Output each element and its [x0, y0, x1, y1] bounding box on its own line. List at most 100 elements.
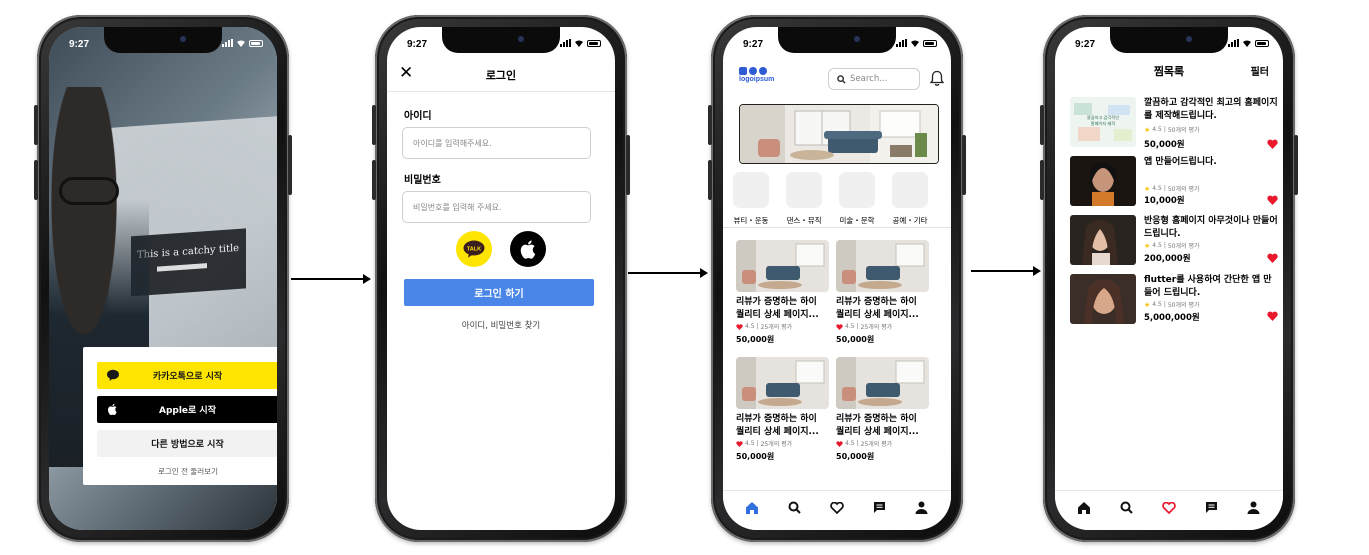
kakao-start-label: 카카오톡으로 시작	[152, 372, 223, 382]
chat-icon	[1205, 502, 1217, 513]
phone-splash: This is a catchy title 9:27 카카오톡으로 시작 Ap…	[34, 15, 292, 542]
heart-icon[interactable]	[1267, 195, 1278, 205]
wishlist-item[interactable]: 앱 만들어드립니다. ★ 4.5 | 50개의 평가 10,000원	[1070, 156, 1278, 208]
product-thumbnail: 깔끔하고 감각적인 홈페이지 제작	[1070, 97, 1136, 147]
search-icon	[788, 501, 801, 514]
thumbnail-line2: 홈페이지 제작	[1091, 120, 1116, 127]
tab-chat[interactable]	[1200, 497, 1222, 519]
page-title: 찜목록	[1153, 65, 1185, 78]
battery-icon	[249, 40, 263, 47]
id-label: 아이디	[404, 111, 432, 122]
product-image	[836, 357, 929, 409]
id-field[interactable]: 아이디를 입력해주세요.	[402, 127, 591, 159]
search-input[interactable]: Search...	[828, 68, 920, 90]
find-account-link[interactable]: 아이디, 비밀번호 찾기	[387, 319, 615, 331]
apple-start-button[interactable]: Apple로 시작	[97, 396, 277, 423]
kakao-login-button[interactable]: TALK	[456, 231, 492, 267]
status-time: 9:27	[407, 39, 428, 50]
category-craft[interactable]: 공예・기타	[892, 172, 928, 226]
apple-start-label: Apple로 시작	[158, 406, 216, 416]
status-time: 9:27	[743, 39, 764, 50]
category-beauty[interactable]: 뷰티・운동	[733, 172, 769, 226]
rating: 4.5	[1152, 301, 1162, 308]
tab-search[interactable]	[1116, 497, 1138, 519]
kakao-icon-text: TALK	[467, 246, 481, 252]
product-title-line2: 퀄리티 상세 페이지...	[736, 309, 819, 320]
product-card[interactable]: 리뷰가 증명하는 하이 퀄리티 상세 페이지... 4.5 | 25개의 평가 50…	[836, 357, 929, 462]
category-dance[interactable]: 댄스・뮤직	[786, 172, 822, 226]
password-field[interactable]: 비밀번호를 입력해 주세요.	[402, 191, 591, 223]
other-start-button[interactable]: 다른 방법으로 시작	[97, 430, 277, 457]
living-room-image	[740, 105, 938, 163]
kakao-talk-icon: TALK	[463, 240, 485, 258]
heart-icon	[830, 501, 844, 514]
product-thumbnail	[1070, 215, 1136, 265]
home-icon	[746, 501, 759, 514]
apple-logo-icon	[108, 403, 117, 415]
star-icon: ★	[1144, 241, 1151, 250]
product-title-line2: 퀄리티 상세 페이지...	[736, 426, 819, 437]
item-title: 앱 만들어드립니다.	[1144, 157, 1217, 167]
signal-icon	[560, 39, 571, 47]
rating: 4.5	[845, 440, 855, 447]
heart-icon[interactable]	[1267, 311, 1278, 321]
review-count: 25개의 평가	[760, 441, 793, 448]
product-title-line1: 리뷰가 증명하는 하이	[736, 297, 817, 307]
heart-icon	[836, 440, 843, 447]
glasses-shape	[59, 177, 119, 205]
item-title: flutter를 사용하여 간단한 앱 만들어 드립니다.	[1144, 275, 1272, 298]
tab-chat[interactable]	[868, 497, 890, 519]
apple-login-button[interactable]	[510, 231, 546, 267]
product-title-line1: 리뷰가 증명하는 하이	[836, 414, 917, 424]
signal-icon	[1228, 39, 1239, 47]
item-title: 깔끔하고 감각적인 최고의 홈페이지를 제작해드립니다.	[1144, 98, 1278, 121]
product-card[interactable]: 리뷰가 증명하는 하이 퀄리티 상세 페이지... 4.5 | 25개의 평가 50…	[736, 357, 829, 462]
product-image	[736, 357, 829, 409]
tab-search[interactable]	[784, 497, 806, 519]
browse-before-login-link[interactable]: 로그인 전 둘러보기	[83, 466, 277, 477]
tab-wishlist[interactable]	[826, 497, 848, 519]
product-card[interactable]: 리뷰가 증명하는 하이 퀄리티 상세 페이지... 4.5 | 25개의 평가 50…	[736, 240, 829, 345]
product-thumbnail	[1070, 156, 1136, 206]
wishlist-item[interactable]: 깔끔하고 감각적인 홈페이지 제작 깔끔하고 감각적인 최고의 홈페이지를 제작…	[1070, 97, 1278, 150]
tab-home[interactable]	[741, 497, 763, 519]
kakao-talk-icon	[107, 369, 119, 381]
category-row: 뷰티・운동 댄스・뮤직 미술・문학 공예・기타	[733, 172, 928, 226]
filter-button[interactable]: 필터	[1251, 63, 1269, 78]
hero-banner[interactable]	[739, 104, 939, 164]
tab-wishlist[interactable]	[1158, 497, 1180, 519]
bottom-tab-bar	[1055, 490, 1283, 530]
status-time: 9:27	[69, 39, 90, 50]
tab-profile[interactable]	[1243, 497, 1265, 519]
home-screen: 9:27 logoipsum Search... 뷰티・운동 댄스・뮤직 미술・…	[723, 27, 951, 530]
heart-icon[interactable]	[1267, 139, 1278, 149]
login-button[interactable]: 로그인 하기	[404, 279, 594, 306]
wishlist-screen: 9:27 찜목록 필터 깔끔하고 감각적인 홈페이지 제작 깔끔하고 감각적인 …	[1055, 27, 1283, 530]
category-art[interactable]: 미술・문학	[839, 172, 875, 226]
product-image	[836, 240, 929, 292]
wishlist-item[interactable]: flutter를 사용하여 간단한 앱 만들어 드립니다. ★ 4.5 | 50개의 …	[1070, 274, 1278, 326]
page-title: 로그인	[485, 69, 517, 82]
wishlist-item[interactable]: 반응형 홈페이지 아무것이나 만들어드립니다. ★ 4.5 | 50개의 평가 200…	[1070, 215, 1278, 267]
product-title-line2: 퀄리티 상세 페이지...	[836, 426, 919, 437]
splash-screen: This is a catchy title 9:27 카카오톡으로 시작 Ap…	[49, 27, 277, 530]
signal-icon	[222, 39, 233, 47]
bell-icon[interactable]	[930, 70, 944, 87]
wifi-icon	[1243, 40, 1251, 47]
heart-icon[interactable]	[1267, 253, 1278, 263]
category-label: 미술・문학	[839, 216, 875, 225]
product-thumbnail	[1070, 274, 1136, 324]
price: 50,000원	[836, 452, 875, 461]
flow-arrow-3	[971, 266, 1041, 276]
kakao-start-button[interactable]: 카카오톡으로 시작	[97, 362, 277, 389]
product-card[interactable]: 리뷰가 증명하는 하이 퀄리티 상세 페이지... 4.5 | 25개의 평가 50…	[836, 240, 929, 345]
apple-logo-icon	[520, 240, 536, 259]
app-logo[interactable]: logoipsum	[739, 67, 774, 83]
notch	[442, 27, 560, 53]
star-icon: ★	[1144, 184, 1151, 193]
rating: 4.5	[1152, 126, 1162, 133]
price: 50,000원	[736, 335, 775, 344]
tab-profile[interactable]	[911, 497, 933, 519]
tab-home[interactable]	[1073, 497, 1095, 519]
category-icon	[892, 172, 928, 208]
